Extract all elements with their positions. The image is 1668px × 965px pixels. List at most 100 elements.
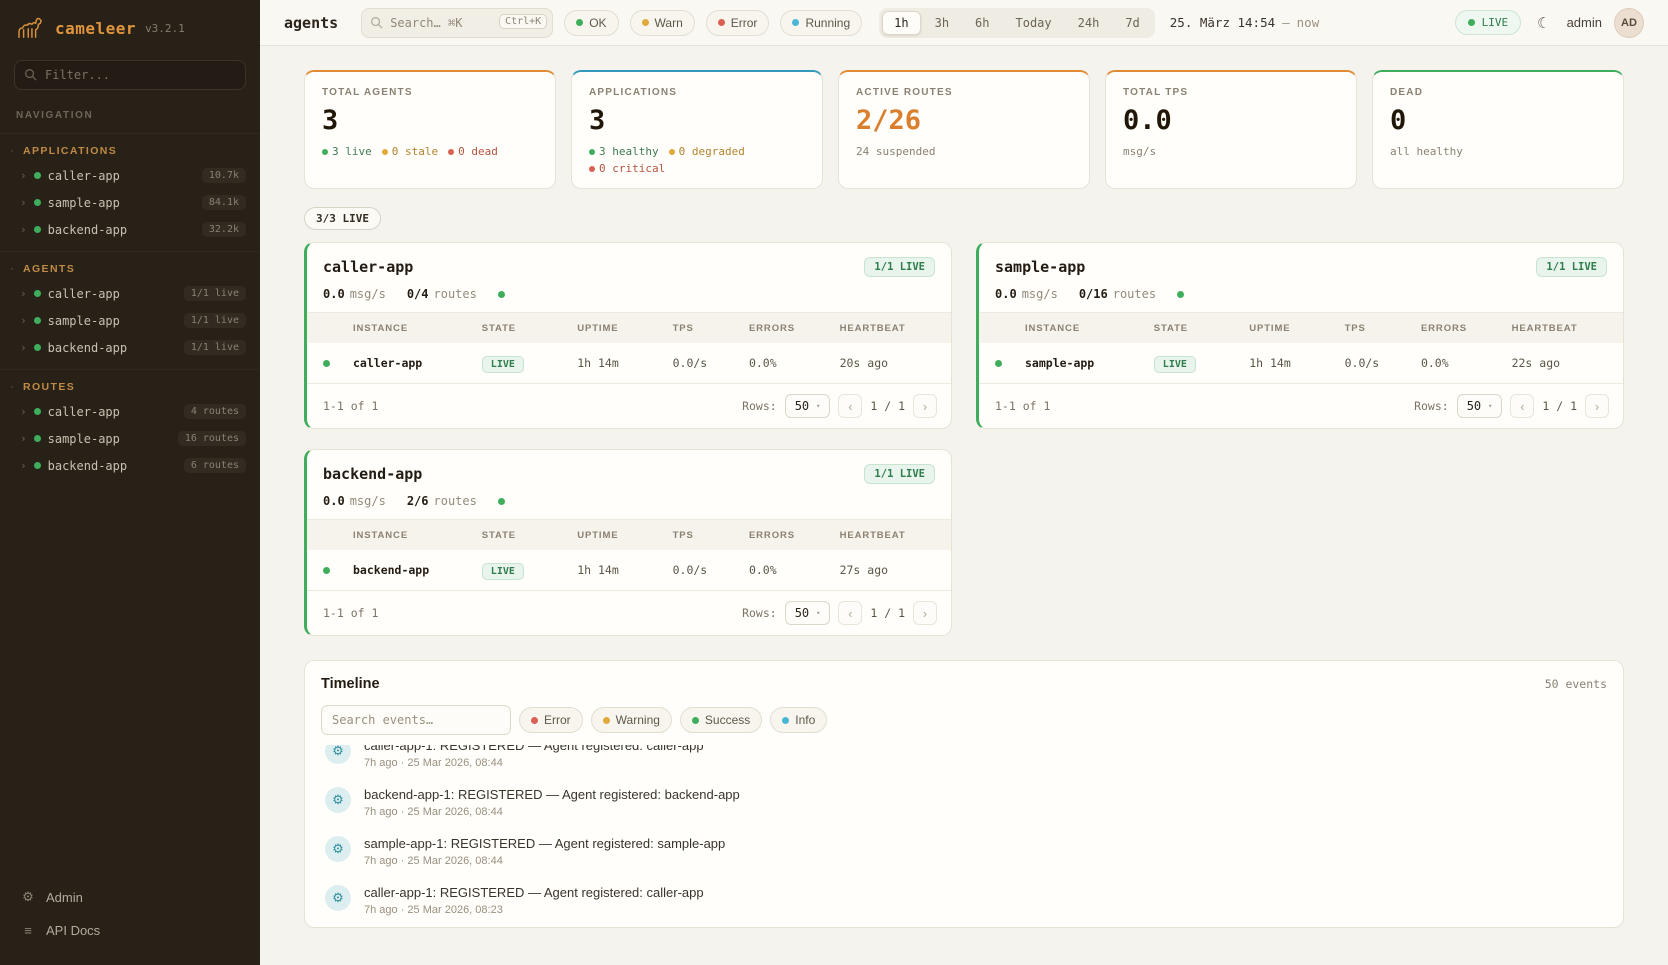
- gear-icon: ⚙: [325, 745, 351, 764]
- filter-chip-error[interactable]: Error: [706, 10, 770, 36]
- timeline-filter-error[interactable]: Error: [519, 707, 583, 733]
- prev-page-button[interactable]: ‹: [1510, 394, 1534, 418]
- event-text: caller-app-1: REGISTERED — Agent registe…: [364, 745, 704, 753]
- table-row[interactable]: backend-app LIVE 1h 14m 0.0/s 0.0% 27s a…: [307, 550, 951, 590]
- sidebar-item-label: backend-app: [48, 341, 177, 355]
- range-button-24h[interactable]: 24h: [1066, 11, 1112, 35]
- range-start: 25. März 14:54: [1170, 15, 1275, 30]
- sidebar-filter: [14, 60, 246, 90]
- rows-per-page-select[interactable]: 50 ▾: [1457, 394, 1503, 418]
- sidebar-section-header-agents[interactable]: · AGENTS: [0, 256, 260, 280]
- timeline-filter-info[interactable]: Info: [770, 707, 827, 733]
- rows-label: Rows:: [1414, 399, 1449, 413]
- sidebar-item-routes-backend-app[interactable]: › backend-app 6 routes: [0, 452, 260, 479]
- keyboard-shortcut-badge: Ctrl+K: [499, 14, 547, 29]
- sidebar-item-agents-backend-app[interactable]: › backend-app 1/1 live: [0, 334, 260, 361]
- gear-icon: ⚙: [20, 889, 36, 905]
- event-search-input[interactable]: [321, 705, 511, 735]
- sidebar-item-admin[interactable]: ⚙ Admin: [16, 882, 244, 912]
- main: agents Ctrl+K OK Warn Error Running 1h: [260, 0, 1668, 965]
- sidebar-item-routes-caller-app[interactable]: › caller-app 4 routes: [0, 398, 260, 425]
- sidebar-item-agents-caller-app[interactable]: › caller-app 1/1 live: [0, 280, 260, 307]
- status-dot: [34, 172, 41, 179]
- app-stats: 0.0 msg/s 0/16 routes: [979, 287, 1623, 313]
- table-footer: 1-1 of 1 Rows: 50 ▾ ‹ 1 / 1 ›: [307, 383, 951, 428]
- range-button-today[interactable]: Today: [1004, 11, 1064, 35]
- stat-label: APPLICATIONS: [589, 87, 805, 98]
- state-badge: LIVE: [482, 356, 524, 373]
- status-dot: [34, 344, 41, 351]
- range-button-6h[interactable]: 6h: [963, 11, 1001, 35]
- range-button-3h[interactable]: 3h: [923, 11, 961, 35]
- sidebar-item-badge: 32.2k: [202, 222, 246, 237]
- timeline-event[interactable]: ⚙ backend-app-1: REGISTERED — Agent regi…: [321, 778, 1607, 827]
- status-dot: [34, 290, 41, 297]
- table-row[interactable]: caller-app LIVE 1h 14m 0.0/s 0.0% 20s ag…: [307, 343, 951, 383]
- topbar-right: LIVE ☾ admin AD: [1455, 8, 1644, 38]
- stat-sub: 3 healthy 0 degraded 0 critical: [589, 145, 805, 175]
- sidebar-item-agents-sample-app[interactable]: › sample-app 1/1 live: [0, 307, 260, 334]
- filter-chip-warn[interactable]: Warn: [630, 10, 695, 36]
- sidebar-section-header-applications[interactable]: · APPLICATIONS: [0, 138, 260, 162]
- stat-card-total-agents: TOTAL AGENTS 3 3 live 0 stale 0 dead: [304, 70, 556, 189]
- sidebar-item-api-docs[interactable]: ≡ API Docs: [16, 916, 244, 945]
- chevron-right-icon: ›: [20, 406, 27, 417]
- dead-dot: [448, 149, 454, 155]
- sidebar-section-header-routes[interactable]: · ROUTES: [0, 374, 260, 398]
- rows-per-page-select[interactable]: 50 ▾: [785, 601, 831, 625]
- timeline-event[interactable]: ⚙ caller-app-1: REGISTERED — Agent regis…: [321, 745, 1607, 778]
- prev-page-button[interactable]: ‹: [838, 601, 862, 625]
- camel-logo-icon: [16, 16, 46, 40]
- sidebar-item-applications-backend-app[interactable]: › backend-app 32.2k: [0, 216, 260, 243]
- app-stats: 0.0 msg/s 0/4 routes: [307, 287, 951, 313]
- stat-label: TOTAL AGENTS: [322, 87, 538, 98]
- collapse-caret-icon: ·: [10, 381, 16, 393]
- search-icon: [24, 68, 37, 81]
- timeline-event[interactable]: ⚙ caller-app-1: REGISTERED — Agent regis…: [321, 876, 1607, 925]
- table-row[interactable]: sample-app LIVE 1h 14m 0.0/s 0.0% 22s ag…: [979, 343, 1623, 383]
- sidebar-item-applications-caller-app[interactable]: › caller-app 10.7k: [0, 162, 260, 189]
- chevron-right-icon: ›: [20, 224, 27, 235]
- user-name[interactable]: admin: [1567, 15, 1602, 30]
- table-footer: 1-1 of 1 Rows: 50 ▾ ‹ 1 / 1 ›: [979, 383, 1623, 428]
- stat-label: ACTIVE ROUTES: [856, 87, 1072, 98]
- next-page-button[interactable]: ›: [913, 394, 937, 418]
- sidebar-footer-label: Admin: [46, 890, 83, 905]
- chevron-right-icon: ›: [20, 433, 27, 444]
- sidebar-item-badge: 4 routes: [184, 404, 246, 419]
- event-text: caller-app-1: REGISTERED — Agent registe…: [364, 885, 704, 900]
- filter-input[interactable]: [14, 60, 246, 90]
- chevron-right-icon: ›: [20, 342, 27, 353]
- chevron-right-icon: ›: [20, 288, 27, 299]
- degraded-dot: [669, 149, 675, 155]
- avatar[interactable]: AD: [1614, 8, 1644, 38]
- warn-dot: [642, 19, 649, 26]
- range-button-1h[interactable]: 1h: [882, 11, 920, 35]
- filter-chip-ok[interactable]: OK: [564, 10, 618, 36]
- sidebar-section-applications: · APPLICATIONS › caller-app 10.7k › samp…: [0, 133, 260, 243]
- caret-down-icon: ▾: [1488, 402, 1492, 410]
- next-page-button[interactable]: ›: [1585, 394, 1609, 418]
- page-indicator: 1 / 1: [1542, 399, 1577, 413]
- search-icon: [370, 16, 383, 29]
- timeline-filter-warning[interactable]: Warning: [591, 707, 672, 733]
- ok-dot: [576, 19, 583, 26]
- range-button-7d[interactable]: 7d: [1113, 11, 1151, 35]
- error-dot: [718, 19, 725, 26]
- sidebar-item-routes-sample-app[interactable]: › sample-app 16 routes: [0, 425, 260, 452]
- sidebar-item-applications-sample-app[interactable]: › sample-app 84.1k: [0, 189, 260, 216]
- filter-chip-running[interactable]: Running: [780, 10, 862, 36]
- sidebar-item-badge: 1/1 live: [184, 340, 246, 355]
- sidebar-item-badge: 6 routes: [184, 458, 246, 473]
- sidebar-item-badge: 16 routes: [178, 431, 246, 446]
- timeline-event[interactable]: ⚙ sample-app-1: REGISTERED — Agent regis…: [321, 827, 1607, 876]
- gear-icon: ⚙: [325, 787, 351, 813]
- live-dot: [322, 149, 328, 155]
- next-page-button[interactable]: ›: [913, 601, 937, 625]
- live-status-toggle[interactable]: LIVE: [1455, 10, 1522, 35]
- dark-mode-toggle[interactable]: ☾: [1533, 10, 1554, 36]
- collapse-caret-icon: ·: [10, 263, 16, 275]
- rows-per-page-select[interactable]: 50 ▾: [785, 394, 831, 418]
- timeline-filter-success[interactable]: Success: [680, 707, 762, 733]
- prev-page-button[interactable]: ‹: [838, 394, 862, 418]
